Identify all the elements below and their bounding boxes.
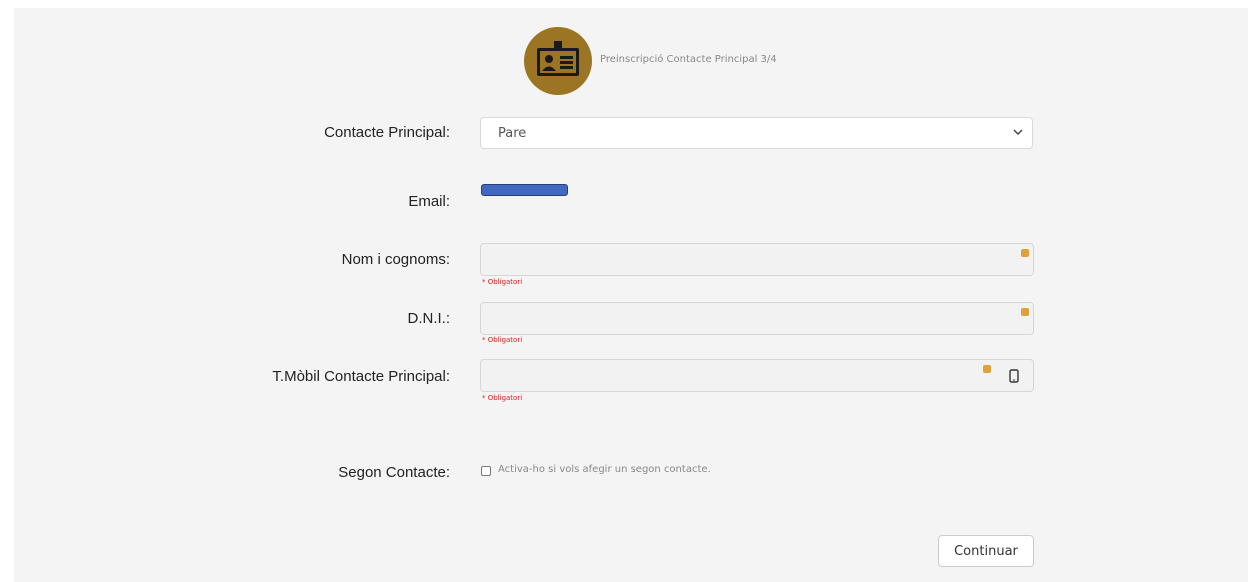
contact-principal-value: Pare	[498, 126, 527, 141]
name-required-hint: * Obligatori	[482, 278, 523, 286]
mobile-required-hint: * Obligatori	[482, 394, 523, 402]
email-label: Email:	[408, 193, 450, 210]
step-title: Preinscripció Contacte Principal 3/4	[600, 54, 777, 65]
step-badge	[524, 27, 592, 95]
contact-principal-label: Contacte Principal:	[324, 124, 450, 141]
required-icon	[1021, 308, 1029, 316]
second-contact-checkbox[interactable]	[481, 466, 491, 476]
email-value-redacted	[481, 184, 568, 196]
dni-label: D.N.I.:	[407, 310, 450, 327]
mobile-label: T.Mòbil Contacte Principal:	[272, 368, 450, 385]
chevron-down-icon	[1013, 129, 1023, 136]
second-contact-label: Segon Contacte:	[338, 464, 450, 481]
mobile-addon	[995, 359, 1034, 392]
required-icon	[983, 365, 991, 373]
dni-required-hint: * Obligatori	[482, 336, 523, 344]
continue-button[interactable]: Continuar	[938, 535, 1034, 567]
name-label: Nom i cognoms:	[341, 251, 450, 268]
form-panel	[14, 8, 1248, 582]
mobile-phone-icon	[1009, 369, 1019, 383]
required-icon	[1021, 249, 1029, 257]
name-input[interactable]	[480, 243, 1034, 276]
contact-principal-select[interactable]: Pare	[480, 117, 1033, 149]
id-card-icon	[537, 41, 579, 76]
second-contact-checkbox-label: Activa-ho si vols afegir un segon contac…	[498, 464, 711, 475]
dni-input[interactable]	[480, 302, 1034, 335]
mobile-input[interactable]	[480, 359, 996, 392]
